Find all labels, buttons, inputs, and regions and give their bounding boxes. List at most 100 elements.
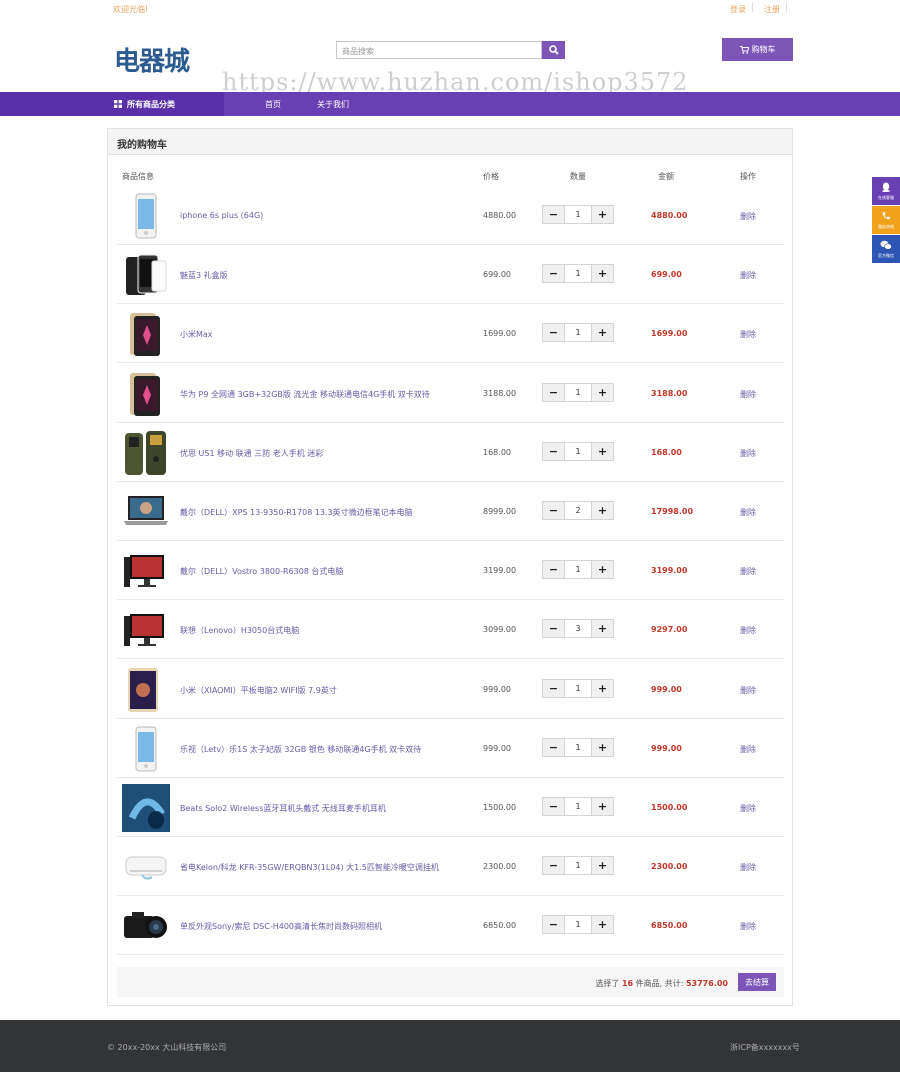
- decrease-button[interactable]: −: [543, 324, 564, 341]
- decrease-button[interactable]: −: [543, 857, 564, 874]
- line-amount: 999.00: [651, 684, 682, 694]
- phone-black-icon[interactable]: [122, 251, 170, 299]
- increase-button[interactable]: +: [592, 384, 613, 401]
- delete-link[interactable]: 删除: [740, 389, 756, 400]
- all-categories-button[interactable]: 所有商品分类: [0, 92, 224, 116]
- tablet-icon[interactable]: [122, 666, 170, 714]
- float-service-button[interactable]: 官方微信: [872, 235, 900, 263]
- quantity-input[interactable]: 3: [564, 620, 592, 638]
- decrease-button[interactable]: −: [543, 384, 564, 401]
- product-price: 3188.00: [483, 388, 517, 398]
- increase-button[interactable]: +: [592, 206, 613, 223]
- quantity-input[interactable]: 1: [564, 206, 592, 223]
- nav-link-home[interactable]: 首页: [265, 99, 281, 110]
- product-name[interactable]: 戴尔（DELL）Vostro 3800-R6308 台式电脑: [180, 566, 343, 577]
- product-name[interactable]: iphone 6s plus (64G): [180, 211, 263, 220]
- register-link[interactable]: 注册: [764, 4, 780, 15]
- decrease-button[interactable]: −: [543, 206, 564, 223]
- quantity-input[interactable]: 1: [564, 561, 592, 579]
- product-name[interactable]: 小米Max: [180, 329, 213, 340]
- delete-link[interactable]: 删除: [740, 448, 756, 459]
- delete-link[interactable]: 删除: [740, 685, 756, 696]
- delete-link[interactable]: 删除: [740, 329, 756, 340]
- product-name[interactable]: 联想（Lenovo）H3050台式电脑: [180, 625, 299, 636]
- cart-button[interactable]: 购物车: [722, 38, 793, 61]
- site-logo[interactable]: 电器城: [114, 41, 190, 78]
- decrease-button[interactable]: −: [543, 502, 564, 519]
- quantity-input[interactable]: 1: [564, 265, 592, 283]
- increase-button[interactable]: +: [592, 680, 613, 697]
- quantity-input[interactable]: 1: [564, 857, 592, 875]
- rugged-phone-icon[interactable]: [122, 429, 170, 477]
- camera-icon[interactable]: [122, 902, 170, 950]
- decrease-button[interactable]: −: [543, 561, 564, 578]
- increase-button[interactable]: +: [592, 265, 613, 282]
- line-amount: 4880.00: [651, 211, 688, 220]
- delete-link[interactable]: 删除: [740, 921, 756, 932]
- column-header-action: 操作: [740, 172, 756, 181]
- increase-button[interactable]: +: [592, 324, 613, 341]
- phone-gold-icon[interactable]: [122, 310, 170, 358]
- quantity-input[interactable]: 1: [564, 738, 592, 756]
- product-name[interactable]: 优思 US1 移动 联通 三防 老人手机 迷彩: [180, 448, 323, 459]
- product-name[interactable]: 小米（XIAOMI）平板电脑2 WIFI版 7.9英寸: [180, 685, 337, 696]
- quantity-input[interactable]: 1: [564, 383, 592, 401]
- float-service-button[interactable]: 服务热线: [872, 206, 900, 234]
- welcome-text: 欢迎光临!: [113, 5, 149, 14]
- quantity-input[interactable]: 1: [564, 679, 592, 697]
- product-name[interactable]: 戴尔（DELL）XPS 13-9350-R1708 13.3英寸微边框笔记本电脑: [180, 507, 413, 518]
- decrease-button[interactable]: −: [543, 916, 564, 933]
- headphones-icon[interactable]: [122, 784, 170, 832]
- product-name[interactable]: 单反外观Sony/索尼 DSC-H400高清长焦时尚数码照相机: [180, 921, 382, 932]
- product-name[interactable]: 省电Kelon/科龙 KFR-35GW/ERQBN3(1L04) 大1.5匹智能…: [180, 862, 439, 873]
- increase-button[interactable]: +: [592, 502, 613, 519]
- nav-link-about[interactable]: 关于我们: [317, 99, 349, 110]
- increase-button[interactable]: +: [592, 857, 613, 874]
- delete-link[interactable]: 删除: [740, 507, 756, 518]
- increase-button[interactable]: +: [592, 916, 613, 933]
- delete-link[interactable]: 删除: [740, 803, 756, 814]
- phone-gold-icon[interactable]: [122, 370, 170, 418]
- decrease-button[interactable]: −: [543, 680, 564, 697]
- phone-white-icon[interactable]: [122, 725, 170, 773]
- air-conditioner-icon[interactable]: [122, 843, 170, 891]
- delete-link[interactable]: 删除: [740, 211, 756, 222]
- decrease-button[interactable]: −: [543, 620, 564, 637]
- delete-link[interactable]: 删除: [740, 744, 756, 755]
- laptop-icon[interactable]: [122, 488, 170, 536]
- quantity-input[interactable]: 1: [564, 798, 592, 815]
- float-service-button[interactable]: 在线客服: [872, 177, 900, 205]
- decrease-button[interactable]: −: [543, 265, 564, 282]
- quantity-input[interactable]: 1: [564, 442, 592, 460]
- decrease-button[interactable]: −: [543, 443, 564, 460]
- desktop-icon[interactable]: [122, 606, 170, 654]
- increase-button[interactable]: +: [592, 561, 613, 578]
- increase-button[interactable]: +: [592, 798, 613, 815]
- search-input[interactable]: 商品搜索: [336, 41, 542, 59]
- grid-icon: [114, 100, 122, 108]
- product-name[interactable]: 华为 P9 全网通 3GB+32GB版 流光金 移动联通电信4G手机 双卡双待: [180, 389, 430, 400]
- product-name[interactable]: Beats Solo2 Wireless蓝牙耳机头戴式 无线耳麦手机耳机: [180, 803, 386, 814]
- decrease-button[interactable]: −: [543, 739, 564, 756]
- desktop-icon[interactable]: [122, 547, 170, 595]
- checkout-button[interactable]: 去结算: [738, 973, 776, 991]
- increase-button[interactable]: +: [592, 620, 613, 637]
- decrease-button[interactable]: −: [543, 798, 564, 815]
- search-button[interactable]: [542, 41, 565, 59]
- delete-link[interactable]: 删除: [740, 270, 756, 281]
- quantity-input[interactable]: 1: [564, 324, 592, 342]
- delete-link[interactable]: 删除: [740, 625, 756, 636]
- phone-white-icon[interactable]: [122, 192, 170, 240]
- delete-link[interactable]: 删除: [740, 566, 756, 577]
- quantity-input[interactable]: 1: [564, 916, 592, 934]
- summary-prefix: 选择了: [595, 979, 620, 988]
- quantity-stepper: −1 +: [542, 264, 614, 284]
- quantity-input[interactable]: 2: [564, 502, 592, 519]
- login-link[interactable]: 登录: [730, 4, 746, 15]
- increase-button[interactable]: +: [592, 739, 613, 756]
- increase-button[interactable]: +: [592, 443, 613, 460]
- cart-row: 魅蓝3 礼盒版 699.00−1 +699.00 删除: [117, 245, 784, 305]
- product-name[interactable]: 魅蓝3 礼盒版: [180, 270, 228, 281]
- delete-link[interactable]: 删除: [740, 862, 756, 873]
- product-name[interactable]: 乐视（Letv）乐1S 太子妃版 32GB 银色 移动联通4G手机 双卡双待: [180, 744, 421, 755]
